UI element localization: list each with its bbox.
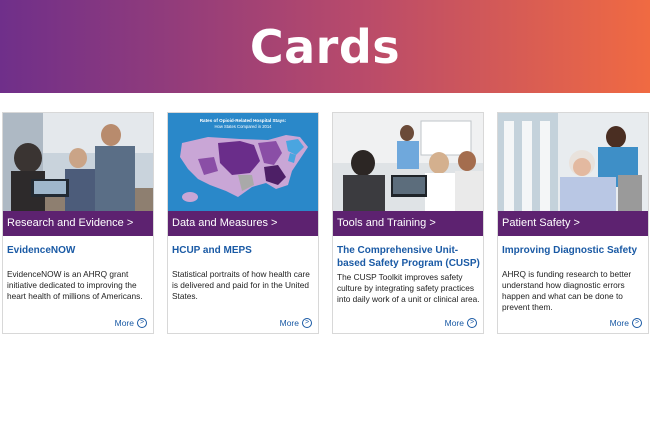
page-title: Cards [249, 19, 401, 74]
category-link-tools-training[interactable]: Tools and Training > [333, 211, 483, 236]
more-link[interactable]: More > [445, 318, 477, 328]
card-description: EvidenceNOW is an AHRQ grant initiative … [7, 269, 143, 301]
map-title: Rates of Opioid-Related Hospital Stays: [200, 118, 287, 123]
category-link-research-evidence[interactable]: Research and Evidence > [3, 211, 153, 236]
more-link[interactable]: More > [115, 318, 147, 328]
more-label: More [114, 318, 134, 328]
card-diagnostic-safety: Patient Safety > Improving Diagnostic Sa… [497, 112, 649, 334]
card-image-team-meeting [3, 113, 153, 211]
category-link-data-measures[interactable]: Data and Measures > [168, 211, 318, 236]
card-description: AHRQ is funding research to better under… [502, 269, 632, 312]
card-title-link[interactable]: HCUP and MEPS [172, 244, 316, 257]
card-title-link[interactable]: Improving Diagnostic Safety [502, 244, 646, 257]
chevron-right-circle-icon: > [302, 318, 312, 328]
header-banner: Cards [0, 0, 650, 93]
chevron-right-circle-icon: > [467, 318, 477, 328]
map-subtitle: How States Compared in 2014 [214, 124, 272, 129]
card-title-link[interactable]: The Comprehensive Unit-based Safety Prog… [337, 244, 481, 270]
card-image-us-map: Rates of Opioid-Related Hospital Stays: … [168, 113, 318, 211]
more-label: More [279, 318, 299, 328]
more-label: More [609, 318, 629, 328]
card-cusp: Tools and Training > The Comprehensive U… [332, 112, 484, 334]
card-description: The CUSP Toolkit improves safety culture… [337, 272, 480, 304]
card-description: Statistical portraits of how health care… [172, 269, 310, 301]
more-link[interactable]: More > [280, 318, 312, 328]
card-title-link[interactable]: EvidenceNOW [7, 244, 151, 257]
card-image-training-class [333, 113, 483, 211]
more-label: More [444, 318, 464, 328]
more-link[interactable]: More > [610, 318, 642, 328]
card-hcup-meps: Rates of Opioid-Related Hospital Stays: … [167, 112, 319, 334]
category-link-patient-safety[interactable]: Patient Safety > [498, 211, 648, 236]
card-grid: Research and Evidence > EvidenceNOW Evid… [2, 112, 649, 334]
chevron-right-circle-icon: > [632, 318, 642, 328]
card-image-patient-nurse [498, 113, 648, 211]
card-evidencenow: Research and Evidence > EvidenceNOW Evid… [2, 112, 154, 334]
chevron-right-circle-icon: > [137, 318, 147, 328]
